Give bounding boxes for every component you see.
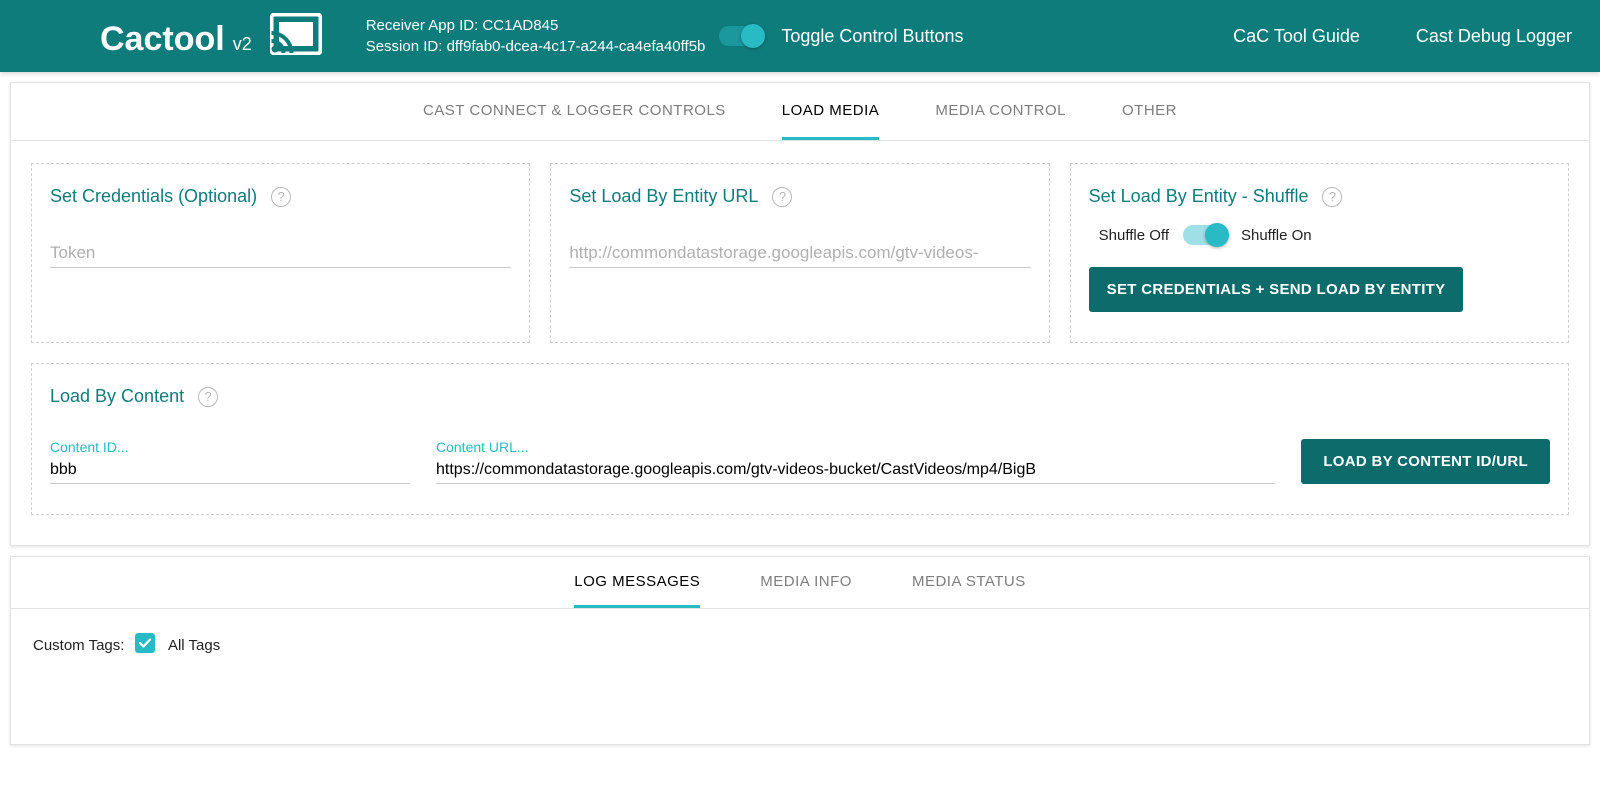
help-icon[interactable]: ? bbox=[772, 187, 792, 207]
set-credentials-title: Set Credentials (Optional) bbox=[50, 186, 257, 207]
main-tabs: CAST CONNECT & LOGGER CONTROLS LOAD MEDI… bbox=[11, 83, 1589, 141]
help-icon[interactable]: ? bbox=[1322, 187, 1342, 207]
tab-load-media[interactable]: LOAD MEDIA bbox=[782, 83, 880, 140]
tab-media-info[interactable]: MEDIA INFO bbox=[760, 557, 852, 608]
set-load-by-entity-shuffle-card: Set Load By Entity - Shuffle ? Shuffle O… bbox=[1070, 163, 1569, 343]
tab-media-control[interactable]: MEDIA CONTROL bbox=[935, 83, 1066, 140]
log-tabs: LOG MESSAGES MEDIA INFO MEDIA STATUS bbox=[11, 557, 1589, 609]
tab-log-messages[interactable]: LOG MESSAGES bbox=[574, 557, 700, 608]
help-icon[interactable]: ? bbox=[198, 387, 218, 407]
all-tags-label: All Tags bbox=[168, 637, 220, 654]
set-load-by-entity-url-title: Set Load By Entity URL bbox=[569, 186, 758, 207]
main-panel: CAST CONNECT & LOGGER CONTROLS LOAD MEDI… bbox=[10, 82, 1590, 546]
toggle-control-buttons-switch[interactable] bbox=[719, 26, 763, 46]
tab-other[interactable]: OTHER bbox=[1122, 83, 1177, 140]
help-icon[interactable]: ? bbox=[271, 187, 291, 207]
content-url-input[interactable] bbox=[436, 457, 1275, 484]
cast-icon[interactable] bbox=[260, 13, 322, 59]
logo-title: Cactool bbox=[100, 20, 225, 59]
load-by-content-button[interactable]: LOAD BY CONTENT ID/URL bbox=[1301, 439, 1550, 484]
logo-version: v2 bbox=[233, 34, 252, 55]
shuffle-off-label: Shuffle Off bbox=[1099, 227, 1169, 244]
load-by-content-card: Load By Content ? Content ID... Content … bbox=[31, 363, 1569, 515]
shuffle-switch[interactable] bbox=[1183, 225, 1227, 245]
toggle-control-buttons-label: Toggle Control Buttons bbox=[781, 26, 963, 47]
all-tags-checkbox[interactable] bbox=[135, 633, 155, 653]
receiver-app-id: Receiver App ID: CC1AD845 bbox=[366, 15, 706, 36]
entity-url-input[interactable] bbox=[569, 239, 1030, 268]
log-panel: LOG MESSAGES MEDIA INFO MEDIA STATUS Cus… bbox=[10, 556, 1590, 745]
shuffle-on-label: Shuffle On bbox=[1241, 227, 1312, 244]
set-load-by-entity-url-card: Set Load By Entity URL ? bbox=[550, 163, 1049, 343]
content-url-label: Content URL... bbox=[436, 439, 1275, 455]
credentials-token-input[interactable] bbox=[50, 239, 511, 268]
load-by-content-title: Load By Content bbox=[50, 386, 184, 407]
set-load-by-entity-shuffle-title: Set Load By Entity - Shuffle bbox=[1089, 186, 1309, 207]
content-id-input[interactable] bbox=[50, 457, 410, 484]
content-id-label: Content ID... bbox=[50, 439, 410, 455]
cac-tool-guide-link[interactable]: CaC Tool Guide bbox=[1233, 26, 1360, 47]
set-credentials-send-load-button[interactable]: SET CREDENTIALS + SEND LOAD BY ENTITY bbox=[1089, 267, 1464, 312]
custom-tags-label: Custom Tags: bbox=[33, 637, 124, 654]
tab-media-status[interactable]: MEDIA STATUS bbox=[912, 557, 1026, 608]
tab-cast-connect[interactable]: CAST CONNECT & LOGGER CONTROLS bbox=[423, 83, 726, 140]
set-credentials-card: Set Credentials (Optional) ? bbox=[31, 163, 530, 343]
app-header: Cactool v2 Receiver App ID: CC1AD845 Ses… bbox=[0, 0, 1600, 72]
session-info: Receiver App ID: CC1AD845 Session ID: df… bbox=[366, 15, 706, 57]
cast-debug-logger-link[interactable]: Cast Debug Logger bbox=[1416, 26, 1572, 47]
logo: Cactool v2 bbox=[100, 13, 322, 59]
session-id: Session ID: dff9fab0-dcea-4c17-a244-ca4e… bbox=[366, 36, 706, 57]
header-links: CaC Tool Guide Cast Debug Logger bbox=[1233, 26, 1572, 47]
